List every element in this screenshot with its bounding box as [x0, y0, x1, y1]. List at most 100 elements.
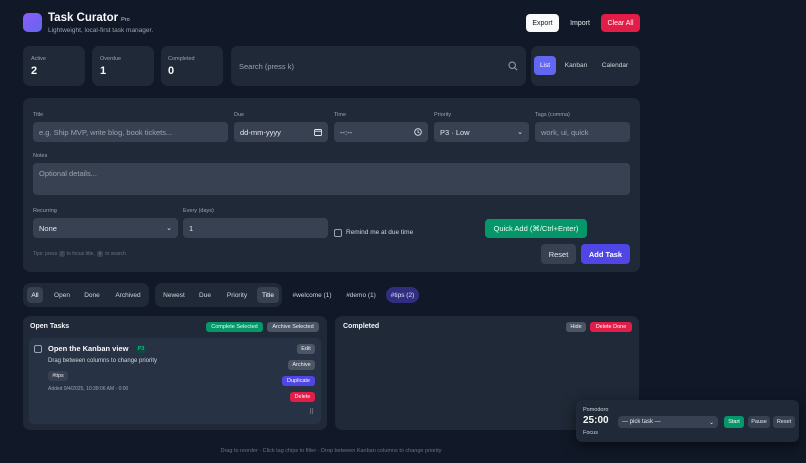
- priority-label: Priority: [434, 112, 452, 118]
- search-placeholder: Search (press k): [239, 61, 295, 71]
- time-input[interactable]: --:--: [334, 122, 428, 142]
- tags-input[interactable]: work, ui, quick: [535, 122, 630, 142]
- priority-select[interactable]: P3 · Low ⌄: [434, 122, 529, 142]
- drag-handle-icon[interactable]: ⠿: [309, 408, 314, 416]
- completed-heading: Completed: [343, 323, 380, 330]
- clock-icon: [414, 128, 422, 136]
- task-checkbox[interactable]: [34, 345, 42, 353]
- sort-priority[interactable]: Priority: [223, 287, 251, 303]
- notes-textarea[interactable]: Optional details...: [33, 163, 630, 195]
- pomodoro-time: 25:00: [583, 415, 609, 426]
- calendar-icon: [314, 129, 322, 136]
- clear-all-button[interactable]: Clear All: [601, 14, 640, 32]
- pomodoro-reset-button[interactable]: Reset: [773, 416, 795, 428]
- pomodoro-pause-button[interactable]: Pause: [748, 416, 770, 428]
- edit-button[interactable]: Edit: [297, 344, 315, 354]
- sort-newest[interactable]: Newest: [160, 287, 188, 303]
- tag-chip-demo[interactable]: #demo (1): [342, 287, 380, 303]
- task-title: Open the Kanban view: [48, 344, 129, 353]
- filter-done[interactable]: Done: [81, 287, 103, 303]
- chevron-down-icon: ⌄: [517, 129, 523, 136]
- view-kanban-tab[interactable]: Kanban: [561, 56, 591, 75]
- view-switcher: List Kanban Calendar: [531, 46, 640, 86]
- task-description: Drag between columns to change priority: [48, 358, 158, 364]
- pomodoro-start-button[interactable]: Start: [724, 416, 744, 428]
- time-label: Time: [334, 112, 347, 118]
- kbd-key: k: [96, 251, 104, 257]
- archive-selected-button[interactable]: Archive Selected: [267, 322, 319, 332]
- duplicate-button[interactable]: Duplicate: [282, 376, 315, 386]
- status-filter: All Open Done Archived: [23, 283, 149, 307]
- stat-overdue: Overdue 1: [92, 46, 154, 86]
- sort-title[interactable]: Title: [257, 287, 279, 303]
- title-input[interactable]: e.g. Ship MVP, write blog, book tickets.…: [33, 122, 228, 142]
- tag-chip-tips[interactable]: #tips (2): [386, 287, 419, 303]
- recurring-select[interactable]: None ⌄: [33, 218, 178, 238]
- time-value: --:--: [340, 127, 353, 137]
- task-form: Title e.g. Ship MVP, write blog, book ti…: [23, 98, 640, 272]
- stat-value: 1: [100, 65, 107, 77]
- kbd-key: /: [59, 251, 65, 257]
- tips-prefix: Tips: press: [33, 251, 58, 257]
- stat-label: Active: [31, 56, 46, 62]
- tags-label: Tags (comma): [535, 112, 570, 118]
- footer-hint: Drag to reorder · Click tag chips to fil…: [220, 448, 442, 454]
- stat-label: Overdue: [100, 56, 122, 62]
- tips-text: Tips: press / to focus title, k to searc…: [33, 251, 127, 257]
- delete-button[interactable]: Delete: [290, 392, 315, 402]
- sort-due[interactable]: Due: [195, 287, 215, 303]
- every-label: Every (days): [183, 208, 214, 214]
- stat-value: 0: [168, 65, 175, 77]
- tips-suffix: to search.: [105, 251, 128, 257]
- hide-completed-button[interactable]: Hide: [566, 322, 586, 332]
- app-logo: [23, 13, 42, 32]
- search-box[interactable]: Search (press k): [231, 46, 526, 86]
- due-date-input[interactable]: dd-mm-yyyy: [234, 122, 328, 142]
- priority-badge: P3: [136, 345, 146, 353]
- remind-label: Remind me at due time: [346, 229, 414, 236]
- recurring-value: None: [39, 223, 57, 233]
- app-badge: Pro: [121, 17, 130, 23]
- chevron-down-icon: ⌄: [166, 225, 172, 232]
- filter-all[interactable]: All: [27, 287, 43, 303]
- tips-mid: to focus title,: [66, 251, 95, 257]
- filter-archived[interactable]: Archived: [111, 287, 145, 303]
- stat-label: Completed: [168, 56, 195, 62]
- app-title: Task Curator: [48, 12, 119, 24]
- filter-open[interactable]: Open: [51, 287, 73, 303]
- notes-label: Notes: [33, 153, 48, 159]
- tag-chip-welcome[interactable]: #welcome (1): [288, 287, 336, 303]
- archive-button[interactable]: Archive: [288, 360, 315, 370]
- due-label: Due: [234, 112, 245, 118]
- app-title-row: Task Curator Pro: [48, 12, 130, 24]
- recurring-label: Recurring: [33, 208, 57, 214]
- app-subtitle: Lightweight, local-first task manager.: [48, 27, 154, 34]
- every-days-input[interactable]: 1: [183, 218, 328, 238]
- search-icon: [508, 61, 518, 71]
- reset-button[interactable]: Reset: [541, 244, 576, 264]
- stat-completed: Completed 0: [161, 46, 223, 86]
- open-tasks-panel: Open Tasks Complete Selected Archive Sel…: [23, 316, 327, 430]
- pomodoro-task-select[interactable]: — pick task — ⌄: [618, 416, 718, 428]
- pomodoro-widget: Pomodoro 25:00 Focus — pick task — ⌄ Sta…: [576, 400, 799, 442]
- pomodoro-task-value: — pick task —: [622, 419, 661, 425]
- export-button[interactable]: Export: [526, 14, 559, 32]
- notes-placeholder: Optional details...: [39, 169, 97, 178]
- title-label: Title: [33, 112, 44, 118]
- pomodoro-mode: Focus: [583, 430, 598, 436]
- task-tag-chip[interactable]: #tips: [48, 371, 68, 381]
- priority-value: P3 · Low: [440, 127, 470, 137]
- pomodoro-label: Pomodoro: [583, 407, 609, 413]
- stat-value: 2: [31, 65, 38, 77]
- remind-checkbox[interactable]: [334, 229, 342, 237]
- quick-add-button[interactable]: Quick Add (⌘/Ctrl+Enter): [485, 219, 587, 238]
- add-task-button[interactable]: Add Task: [581, 244, 630, 264]
- import-button[interactable]: Import: [563, 14, 597, 32]
- open-tasks-heading: Open Tasks: [30, 323, 70, 330]
- stat-active: Active 2: [23, 46, 85, 86]
- task-card[interactable]: Open the Kanban view P3 Drag between col…: [29, 338, 321, 424]
- view-calendar-tab[interactable]: Calendar: [597, 56, 633, 75]
- complete-selected-button[interactable]: Complete Selected: [206, 322, 263, 332]
- delete-done-button[interactable]: Delete Done: [590, 322, 632, 332]
- view-list-tab[interactable]: List: [534, 56, 556, 75]
